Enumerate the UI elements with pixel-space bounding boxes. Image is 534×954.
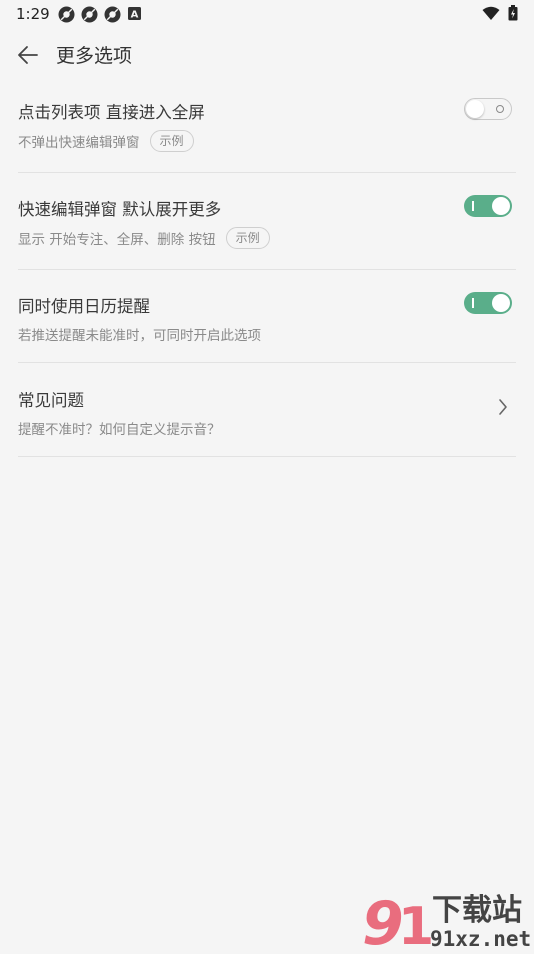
- setting-title: 点击列表项 直接进入全屏: [18, 103, 205, 122]
- setting-fullscreen-on-tap[interactable]: 点击列表项 直接进入全屏 不弹出快速编辑弹窗 示例: [18, 82, 516, 173]
- setting-title: 快速编辑弹窗 默认展开更多: [18, 200, 222, 219]
- setting-calendar-reminder[interactable]: 同时使用日历提醒 若推送提醒未能准时，可同时开启此选项: [18, 269, 516, 363]
- notification-app-icon: [104, 6, 121, 23]
- example-chip[interactable]: 示例: [149, 130, 194, 152]
- toggle-on-indicator: [472, 201, 474, 211]
- example-chip[interactable]: 示例: [225, 227, 270, 249]
- status-bar: 1:29 A: [0, 0, 534, 28]
- watermark: 9 1 下载站 91xz.net: [360, 886, 534, 954]
- setting-title: 同时使用日历提醒: [18, 297, 150, 316]
- notification-icons: A: [58, 6, 142, 23]
- setting-subtitle: 若推送提醒未能准时，可同时开启此选项: [18, 328, 261, 344]
- setting-subtitle: 提醒不准时？如何自定义提示音？: [18, 422, 221, 438]
- fullscreen-toggle[interactable]: [464, 98, 512, 120]
- setting-subtitle: 显示 开始专注、全屏、删除 按钮 示例: [18, 227, 270, 249]
- battery-icon: [508, 5, 518, 21]
- wifi-icon: [482, 6, 500, 20]
- toggle-knob: [492, 197, 510, 215]
- notification-app-icon: [81, 6, 98, 23]
- back-arrow-icon[interactable]: [16, 44, 40, 66]
- notification-a-icon: A: [128, 7, 141, 21]
- toggle-off-indicator: [496, 105, 504, 113]
- setting-subtitle-text: 不弹出快速编辑弹窗: [18, 135, 140, 151]
- chevron-right-icon[interactable]: [498, 398, 508, 416]
- watermark-text-cn: 下载站: [432, 893, 522, 928]
- status-time: 1:29: [16, 5, 50, 23]
- system-icons: [482, 5, 518, 21]
- setting-subtitle: 不弹出快速编辑弹窗 示例: [18, 130, 194, 152]
- notification-badge-text: A: [131, 10, 139, 21]
- page-title: 更多选项: [56, 45, 133, 67]
- toggle-on-indicator: [472, 298, 474, 308]
- setting-faq[interactable]: 常见问题 提醒不准时？如何自定义提示音？: [18, 362, 516, 457]
- watermark-text-url: 91xz.net: [430, 927, 531, 950]
- svg-text:1: 1: [398, 897, 434, 950]
- setting-expand-quick-edit[interactable]: 快速编辑弹窗 默认展开更多 显示 开始专注、全屏、删除 按钮 示例: [18, 172, 516, 270]
- watermark-logo: 9 1 下载站 91xz.net: [362, 889, 531, 954]
- setting-title: 常见问题: [18, 391, 84, 410]
- calendar-reminder-toggle[interactable]: [464, 292, 512, 314]
- expand-quick-edit-toggle[interactable]: [464, 195, 512, 217]
- setting-subtitle-text: 显示 开始专注、全屏、删除 按钮: [18, 232, 216, 248]
- app-bar: 更多选项: [0, 28, 534, 82]
- toggle-knob: [492, 294, 510, 312]
- toggle-knob: [466, 100, 484, 118]
- notification-app-icon: [58, 6, 75, 23]
